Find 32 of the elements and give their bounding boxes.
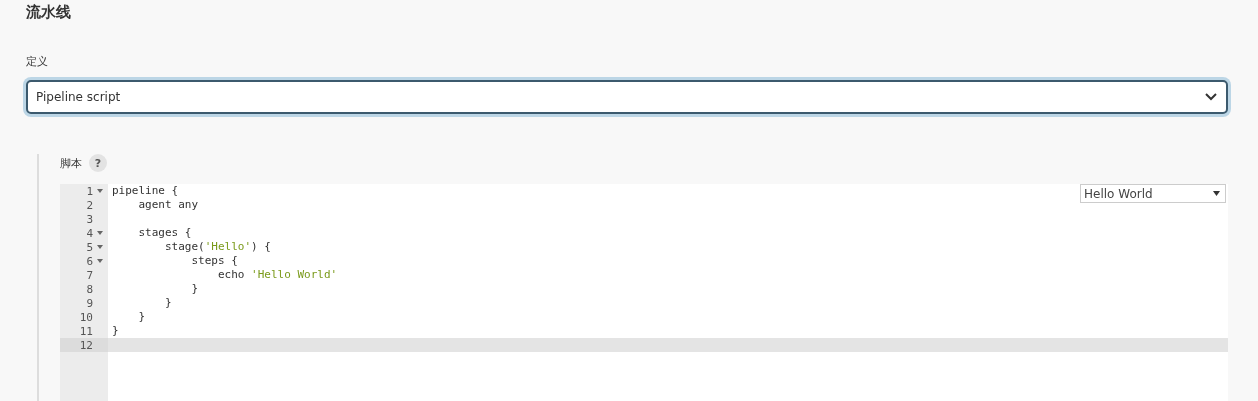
code-line: } [137,310,146,323]
line-number: 6 [86,254,93,268]
code-line: stages { [137,226,192,239]
code-line: } [163,296,172,309]
help-button[interactable]: ? [89,154,107,172]
sample-select[interactable]: Hello World [1080,184,1226,203]
line-number: 11 [79,324,93,338]
code-line: pipeline { [112,184,179,197]
line-number: 7 [86,268,93,282]
line-number: 10 [79,310,93,324]
fold-caret-icon[interactable] [96,188,104,194]
definition-select[interactable]: Pipeline script [26,80,1228,114]
line-number: 5 [86,240,93,254]
line-number: 12 [79,338,93,352]
line-number: 1 [86,184,93,198]
section-title: 流水线 [26,2,71,21]
line-number: 2 [86,198,93,212]
line-number: 4 [86,226,93,240]
chevron-down-icon [1204,92,1218,102]
code-line: steps { [190,254,238,267]
code-line: echo 'Hello World' [216,268,338,281]
code-line: agent any [137,198,199,211]
line-number: 9 [86,296,93,310]
code-line: } [190,282,199,295]
line-number: 3 [86,212,93,226]
code-editor[interactable]: 1 2 3 4 5 6 7 8 9 10 11 12 pipeline { agent any stages { stage('Hello') { steps { echo 'Hello World' } } } } Hello World [60,184,1228,401]
caret-icon [1213,191,1220,196]
field-label: 脚本 [60,155,82,171]
code-line: } [112,324,119,337]
line-number: 8 [86,282,93,296]
field-label: 定义 [26,54,48,69]
code-line: stage('Hello') { [163,240,271,253]
